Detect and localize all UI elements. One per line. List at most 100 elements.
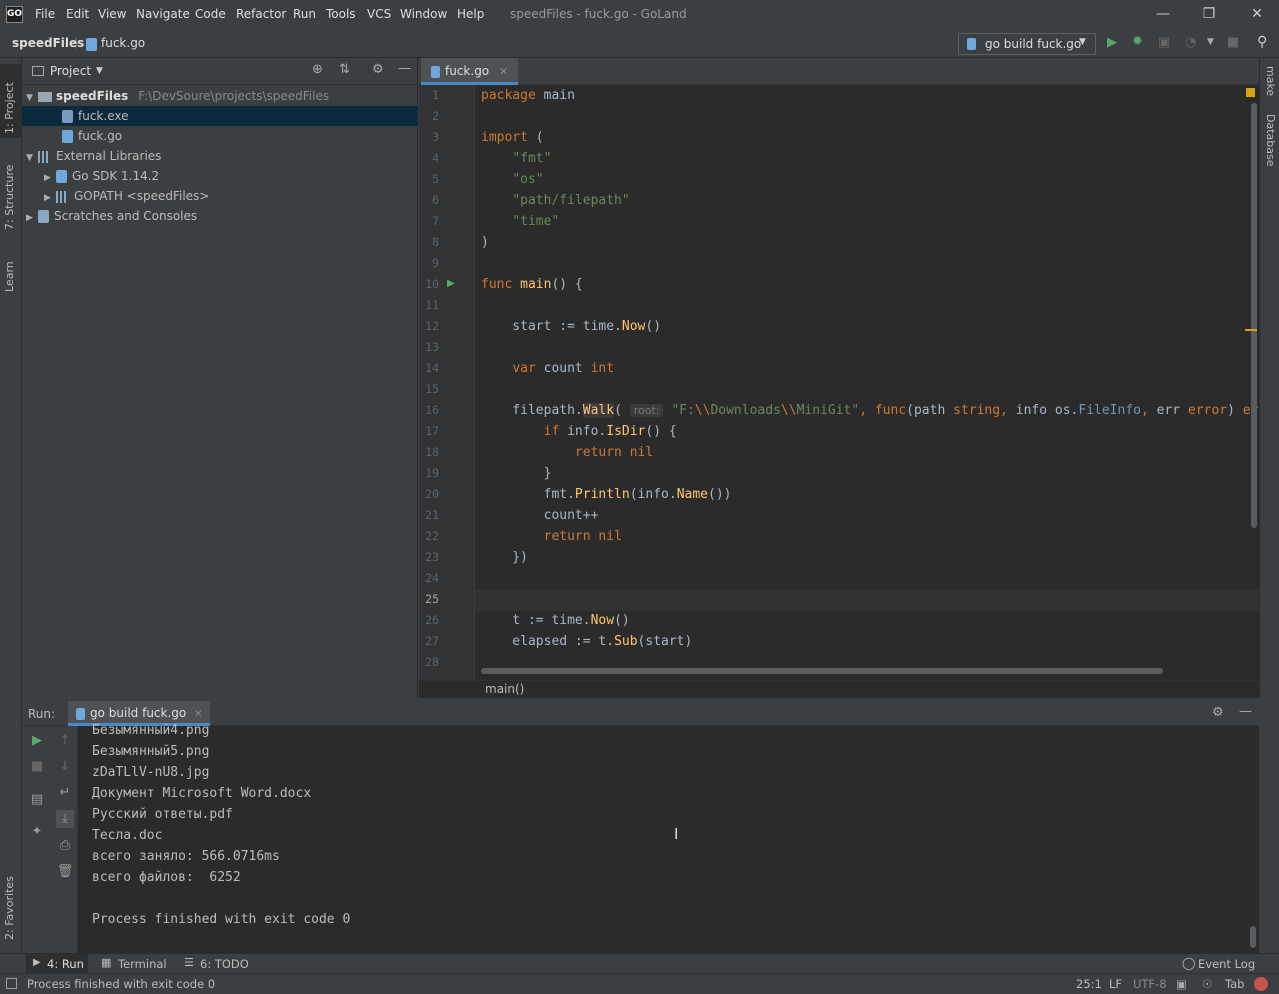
scroll-up-icon[interactable]: ↑ bbox=[56, 732, 74, 750]
run-config-label: go build fuck.go bbox=[985, 37, 1082, 51]
menu-window[interactable]: Window bbox=[400, 7, 447, 21]
trash-icon[interactable]: 🗑 bbox=[56, 863, 74, 881]
expand-arrow-icon[interactable]: ▼ bbox=[26, 88, 38, 108]
breadcrumb-file[interactable]: fuck.go bbox=[101, 36, 145, 50]
scroll-down-icon[interactable]: ↓ bbox=[56, 758, 74, 776]
hide-panel-icon[interactable]: — bbox=[398, 61, 411, 76]
pin-icon[interactable]: ✦ bbox=[28, 823, 46, 841]
inspection-error-icon[interactable] bbox=[1254, 977, 1268, 991]
menu-tools[interactable]: Tools bbox=[326, 7, 356, 21]
menu-vcs[interactable]: VCS bbox=[367, 7, 391, 21]
output-line: Process finished with exit code 0 bbox=[92, 912, 351, 927]
profile-icon[interactable]: ◔ bbox=[1185, 35, 1196, 50]
minimize-icon[interactable]: — bbox=[1153, 4, 1173, 24]
gear-icon[interactable]: ⚙ bbox=[1212, 705, 1224, 720]
tool-tab-make[interactable]: make bbox=[1263, 66, 1277, 106]
run-config-selector[interactable]: go build fuck.go ▼ bbox=[958, 33, 1096, 55]
code-line-3: import ( bbox=[481, 130, 544, 145]
restore-icon[interactable]: ❐ bbox=[1199, 4, 1219, 24]
caret-line-highlight bbox=[475, 590, 1259, 611]
output-line: Русский ответы.pdf bbox=[92, 807, 233, 822]
caret-position[interactable]: 25:1 bbox=[1076, 977, 1102, 991]
menu-view[interactable]: View bbox=[98, 7, 126, 21]
tool-tab-run[interactable]: ▶ 4: Run bbox=[26, 954, 88, 974]
event-log-icon: ◯ bbox=[1182, 956, 1196, 970]
breadcrumb-separator-icon: ⟩ bbox=[74, 36, 79, 50]
tool-tab-structure[interactable]: 7: Structure bbox=[3, 154, 19, 230]
tree-item-gopath[interactable]: ▶ GOPATH <speedFiles> bbox=[22, 186, 418, 206]
line-number: 6 bbox=[432, 193, 439, 207]
tool-tab-learn[interactable]: Learn bbox=[3, 248, 19, 292]
breadcrumb-function[interactable]: main() bbox=[485, 682, 524, 696]
search-icon[interactable]: ⚲ bbox=[1257, 34, 1267, 50]
file-encoding[interactable]: UTF-8 bbox=[1133, 977, 1167, 991]
tree-item-scratches[interactable]: ▶ Scratches and Consoles bbox=[22, 206, 418, 226]
error-stripe-marker[interactable] bbox=[1245, 329, 1257, 331]
tool-tab-todo[interactable]: 6: TODO bbox=[200, 957, 249, 971]
profile-dropdown-icon[interactable]: ▼ bbox=[1207, 37, 1214, 47]
go-file-icon bbox=[86, 38, 97, 51]
expand-arrow-icon[interactable]: ▶ bbox=[44, 168, 56, 188]
run-gutter-icon[interactable]: ▶ bbox=[447, 278, 455, 289]
expand-arrow-icon[interactable]: ▶ bbox=[44, 188, 56, 208]
close-tab-icon[interactable]: ✕ bbox=[194, 709, 202, 720]
coverage-icon[interactable]: ▣ bbox=[1158, 35, 1170, 50]
vertical-scrollbar[interactable] bbox=[1251, 103, 1257, 528]
code-editor[interactable]: fuck.go ✕ 1 2 3 4 5 6 7 8 9 10 11 12 13 … bbox=[419, 58, 1259, 680]
line-separator[interactable]: LF bbox=[1109, 977, 1122, 991]
close-tab-icon[interactable]: ✕ bbox=[499, 65, 508, 78]
output-scrollbar[interactable] bbox=[1250, 926, 1256, 948]
tree-item-speedfiles[interactable]: ▼ speedFiles F:\DevSoure\projects\speedFi… bbox=[22, 86, 418, 106]
locate-icon[interactable]: ⊕ bbox=[312, 62, 323, 77]
expand-arrow-icon[interactable]: ▼ bbox=[26, 148, 38, 168]
chevron-down-icon[interactable]: ▼ bbox=[96, 66, 103, 76]
menu-run[interactable]: Run bbox=[293, 7, 316, 21]
menu-file[interactable]: File bbox=[35, 7, 55, 21]
run-icon[interactable]: ▶ bbox=[1107, 35, 1117, 50]
print-icon[interactable]: ⎙ bbox=[56, 837, 74, 855]
output-line: всего заняло: 566.0716ms bbox=[92, 849, 280, 864]
menu-code[interactable]: Code bbox=[195, 7, 226, 21]
expand-arrow-icon[interactable]: ▶ bbox=[26, 208, 38, 228]
tree-item-external-libraries[interactable]: ▼ External Libraries bbox=[22, 146, 418, 166]
close-icon[interactable]: ✕ bbox=[1247, 4, 1267, 24]
menu-navigate[interactable]: Navigate bbox=[136, 7, 190, 21]
tool-tab-favorites[interactable]: 2: Favorites bbox=[3, 866, 19, 940]
readonly-lock-icon[interactable]: ▣ bbox=[1176, 977, 1187, 991]
tool-tab-event-log[interactable]: Event Log bbox=[1198, 957, 1255, 971]
tool-tab-database[interactable]: Database bbox=[1263, 114, 1277, 180]
git-icon[interactable]: ☉ bbox=[1202, 977, 1212, 991]
indent-setting[interactable]: Tab bbox=[1225, 977, 1244, 991]
code-line-6: "path/filepath" bbox=[512, 193, 630, 208]
line-number: 2 bbox=[432, 109, 439, 123]
line-number: 24 bbox=[425, 571, 439, 585]
menu-refactor[interactable]: Refactor bbox=[236, 7, 286, 21]
project-panel-title[interactable]: Project bbox=[50, 64, 91, 78]
warning-marker-icon[interactable] bbox=[1246, 88, 1255, 97]
tool-tab-terminal[interactable]: Terminal bbox=[118, 957, 167, 971]
tree-item-go-sdk[interactable]: ▶ Go SDK 1.14.2 bbox=[22, 166, 418, 186]
menu-edit[interactable]: Edit bbox=[66, 7, 89, 21]
debug-icon[interactable]: ✹ bbox=[1132, 34, 1143, 49]
line-number: 4 bbox=[432, 151, 439, 165]
tree-label: fuck.go bbox=[78, 129, 123, 143]
toggle-tool-windows-icon[interactable] bbox=[6, 978, 17, 989]
tree-item-fuck-go[interactable]: fuck.go bbox=[22, 126, 418, 146]
tool-tab-project[interactable]: 1: Project bbox=[3, 70, 19, 134]
collapse-all-icon[interactable]: ⇅ bbox=[339, 62, 350, 77]
tree-label: Go SDK 1.14.2 bbox=[72, 169, 160, 183]
stop-icon[interactable]: ■ bbox=[1227, 35, 1239, 50]
tab-fuck-go[interactable]: fuck.go ✕ bbox=[421, 58, 519, 85]
rerun-icon[interactable]: ▶ bbox=[28, 732, 46, 750]
stop-icon[interactable]: ■ bbox=[28, 758, 46, 776]
tree-path: F:\DevSoure\projects\speedFiles bbox=[138, 89, 330, 103]
gear-icon[interactable]: ⚙ bbox=[372, 62, 384, 77]
horizontal-scrollbar[interactable] bbox=[481, 668, 1163, 674]
soft-wrap-icon[interactable]: ↵ bbox=[56, 784, 74, 802]
menu-help[interactable]: Help bbox=[457, 7, 484, 21]
scroll-to-end-icon[interactable]: ⤓ bbox=[56, 810, 74, 828]
tree-item-fuck-exe[interactable]: fuck.exe bbox=[22, 106, 418, 126]
go-build-icon bbox=[76, 707, 85, 720]
hide-panel-icon[interactable]: — bbox=[1239, 704, 1252, 719]
layout-icon[interactable]: ▤ bbox=[28, 791, 46, 809]
